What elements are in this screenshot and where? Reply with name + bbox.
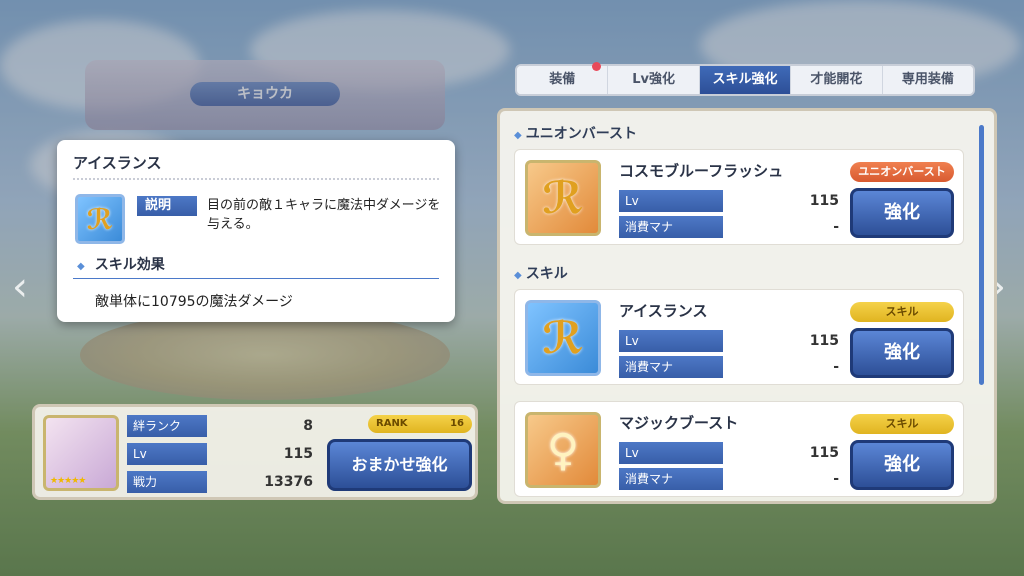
diamond-icon: ◆	[514, 270, 522, 281]
mana-label: 消費マナ	[619, 356, 723, 378]
skill-card: ℛ コスモブルーフラッシュ Lv 115 消費マナ - ユニオンバースト 強化	[514, 149, 964, 245]
scrollbar[interactable]	[979, 125, 984, 385]
skill-name: アイスランス	[619, 302, 708, 320]
tab-talent[interactable]: 才能開花	[791, 66, 883, 94]
mana-value: -	[833, 219, 839, 235]
skill-card: ℛ アイスランス Lv 115 消費マナ - スキル 強化	[514, 289, 964, 385]
tab-level-up[interactable]: Lv強化	[608, 66, 700, 94]
lv-label: Lv	[619, 442, 723, 464]
skill-type-badge: スキル	[850, 302, 954, 322]
enhance-button[interactable]: 強化	[850, 440, 954, 490]
bond-rank-label: 絆ランク	[127, 415, 207, 437]
diamond-icon: ◆	[77, 261, 85, 272]
skill-name: マジックブースト	[619, 414, 739, 432]
rank-badge: RANK 16	[368, 415, 472, 433]
skill-type-badge: ユニオンバースト	[850, 162, 954, 182]
notification-dot-icon	[592, 62, 601, 71]
skill-name: コスモブルーフラッシュ	[619, 162, 784, 180]
wand-icon[interactable]: ℛ	[525, 160, 601, 236]
skill-panel: ◆ ユニオンバースト ℛ コスモブルーフラッシュ Lv 115 消費マナ - ユニオン…	[497, 108, 997, 504]
tab-bar: 装備 Lv強化 スキル強化 才能開花 専用装備	[515, 64, 975, 96]
mana-value: -	[833, 471, 839, 487]
magic-boost-icon[interactable]: ♀	[525, 412, 601, 488]
level-label: Lv	[127, 443, 207, 465]
tab-unique-equipment[interactable]: 専用装備	[882, 66, 973, 94]
lv-label: Lv	[619, 190, 723, 212]
lv-label: Lv	[619, 330, 723, 352]
mana-label: 消費マナ	[619, 468, 723, 490]
diamond-icon: ◆	[514, 130, 522, 141]
skill-card: ♀ マジックブースト Lv 115 消費マナ - スキル 強化	[514, 401, 964, 497]
section-header-union: ◆ ユニオンバースト	[514, 126, 638, 142]
tab-skill-enhance[interactable]: スキル強化	[699, 66, 792, 94]
bond-rank-value: 8	[303, 418, 313, 434]
popup-title: アイスランス	[73, 154, 162, 172]
divider	[73, 278, 439, 279]
mana-value: -	[833, 359, 839, 375]
skill-type-badge: スキル	[850, 414, 954, 434]
enhance-button[interactable]: 強化	[850, 328, 954, 378]
character-panel: ★★★★★ 絆ランク 8 Lv 115 戦力 13376 RANK 16 おまかせ強化	[32, 404, 478, 500]
description-label: 説明	[137, 196, 197, 216]
ice-lance-icon[interactable]: ℛ	[525, 300, 601, 376]
enhance-button[interactable]: 強化	[850, 188, 954, 238]
effect-text: 敵単体に10795の魔法ダメージ	[95, 294, 293, 310]
power-value: 13376	[264, 474, 313, 490]
mana-label: 消費マナ	[619, 216, 723, 238]
power-label: 戦力	[127, 471, 207, 493]
level-value: 115	[283, 446, 313, 462]
section-header-skill: ◆ スキル	[514, 266, 568, 282]
character-portrait[interactable]: ★★★★★	[43, 415, 119, 491]
ice-lance-icon: ℛ	[75, 194, 125, 244]
description-text: 目の前の敵１キャラに魔法中ダメージを与える。	[207, 198, 441, 232]
prev-character-arrow-icon[interactable]: ‹	[12, 265, 34, 309]
dotted-divider	[73, 178, 439, 180]
skill-detail-popup[interactable]: アイスランス ℛ 説明 目の前の敵１キャラに魔法中ダメージを与える。 ◆ スキル効…	[57, 140, 455, 322]
lv-value: 115	[809, 193, 839, 209]
lv-value: 115	[809, 445, 839, 461]
lv-value: 115	[809, 333, 839, 349]
rarity-stars-icon: ★★★★★	[50, 476, 86, 486]
effect-header: ◆ スキル効果	[77, 257, 165, 273]
auto-enhance-button[interactable]: おまかせ強化	[327, 439, 472, 491]
